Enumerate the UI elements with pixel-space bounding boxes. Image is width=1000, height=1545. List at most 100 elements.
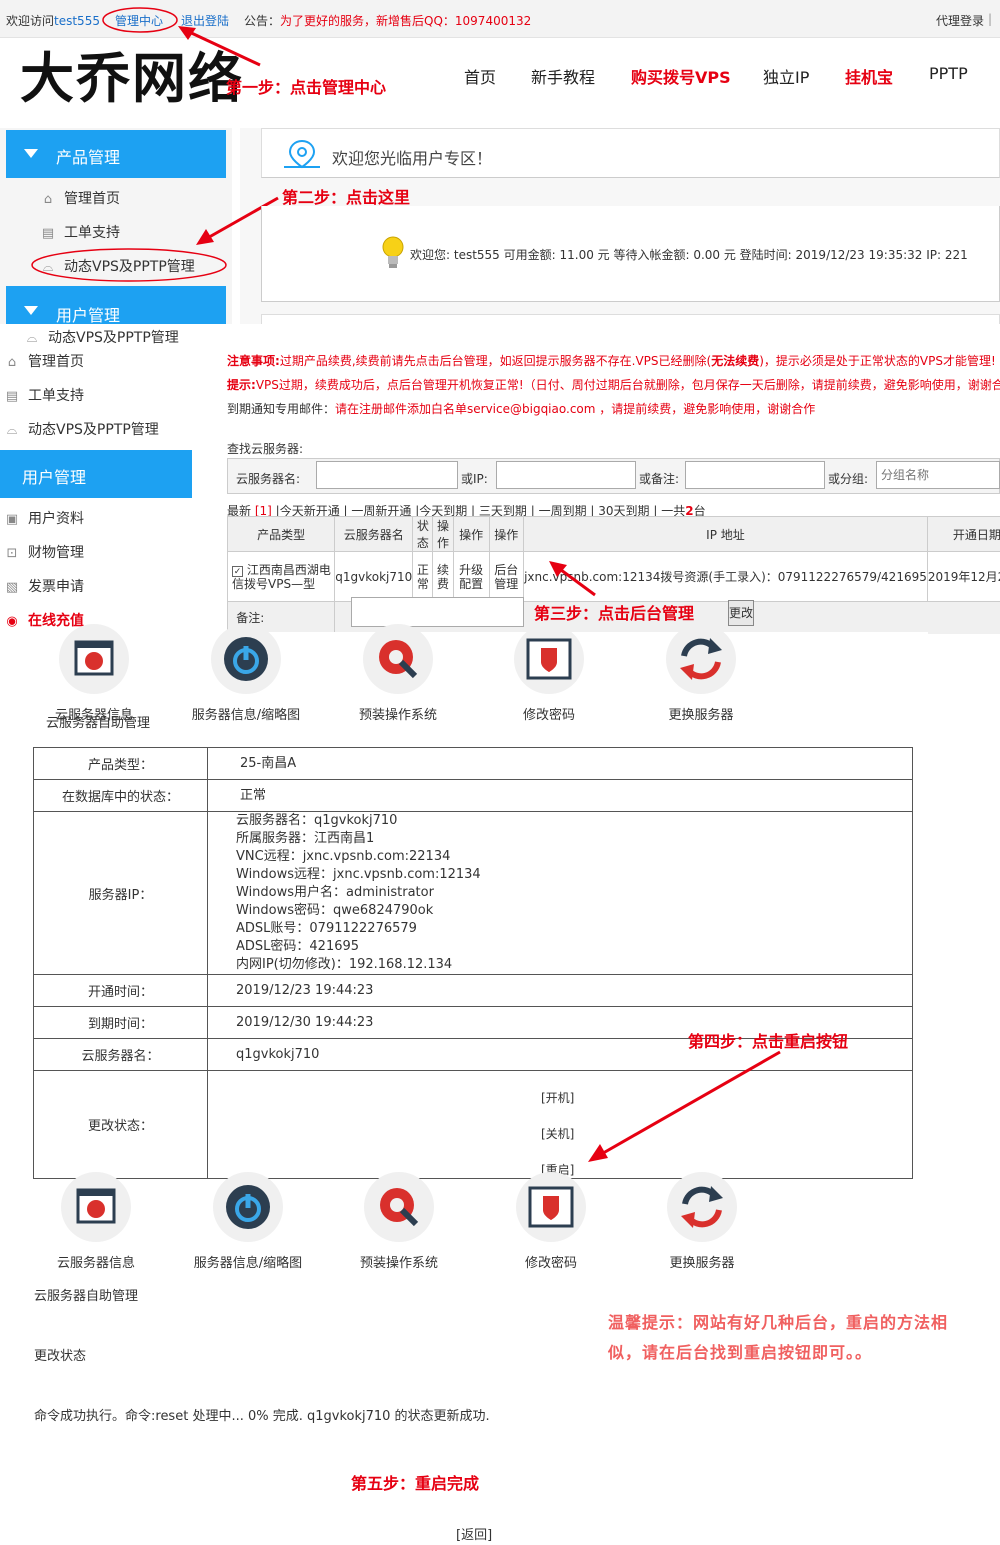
sidebar2-item-ticket[interactable]: ▤ 工单支持 xyxy=(4,385,84,405)
col-status: 状态 xyxy=(412,516,434,552)
row-status: 正常 xyxy=(412,551,434,602)
remark-input-row[interactable] xyxy=(351,597,524,627)
highlight-ellipse xyxy=(102,7,178,33)
account-info-text: 欢迎您: test555 可用金额: 11.00 元 等待入帐金额: 0.00 … xyxy=(410,248,968,262)
tile2-change-password[interactable]: 修改密码 xyxy=(491,1172,611,1271)
upgrade-link[interactable]: 升级配置 xyxy=(452,551,490,602)
user-icon: ▣ xyxy=(5,512,19,527)
result-change-status: 更改状态 xyxy=(34,1349,87,1364)
tile2-server-info[interactable]: 云服务器信息 xyxy=(36,1172,156,1271)
power-icon xyxy=(224,637,268,681)
renew-link[interactable]: 续费 xyxy=(432,551,454,602)
agent-login-link[interactable]: 代理登录 xyxy=(936,12,984,29)
swap-arrows-icon xyxy=(681,1186,723,1228)
step3-annotation: 第三步：点击后台管理 xyxy=(534,604,695,623)
recharge-icon: ◉ xyxy=(6,614,18,629)
tile2-os-install[interactable]: 预装操作系统 xyxy=(339,1172,459,1271)
sidebar2-top-item[interactable]: ⌓ 动态VPS及PPTP管理 xyxy=(24,327,179,347)
col-op1: 操作 xyxy=(432,516,454,552)
document-icon: ▤ xyxy=(5,389,19,404)
tile2-switch-server[interactable]: 更换服务器 xyxy=(642,1172,762,1271)
nav-dedicated-ip[interactable]: 独立IP xyxy=(763,64,809,88)
row-date: 2019年12月23 xyxy=(926,551,1000,602)
sidebar2-item-home[interactable]: ⌂ 管理首页 xyxy=(4,351,84,371)
update-button[interactable]: 更改 xyxy=(728,600,754,626)
lightbulb-icon xyxy=(382,236,404,268)
nav-tutorial[interactable]: 新手教程 xyxy=(531,64,595,88)
tile-switch-server[interactable]: 更换服务器 xyxy=(641,624,761,723)
tile2-thumbnail[interactable]: 服务器信息/缩略图 xyxy=(188,1172,308,1271)
gear-wrench-icon xyxy=(380,1188,419,1227)
location-pin-icon xyxy=(284,139,320,169)
group-input[interactable] xyxy=(876,461,1000,489)
power-icon xyxy=(226,1185,270,1229)
document-icon: ▤ xyxy=(41,226,55,241)
backend-manage-link[interactable]: 后台管理 xyxy=(488,551,525,602)
row-product: 江西南昌西湖电信拨号VPS—型 xyxy=(232,562,331,591)
nav-guaji[interactable]: 挂机宝 xyxy=(845,64,893,88)
arrow-step3 xyxy=(549,561,596,597)
search-title: 查找云服务器: xyxy=(227,442,304,456)
welcome-text: 欢迎访问test555 xyxy=(6,14,100,28)
sidebar-product-mgmt-header[interactable]: 产品管理 xyxy=(6,130,226,178)
browser-globe-icon xyxy=(74,640,114,676)
label-product-type: 产品类型： xyxy=(33,747,208,780)
label-server-ip: 服务器IP： xyxy=(33,811,208,975)
label-open-time: 开通时间： xyxy=(33,974,208,1007)
username-link[interactable]: test555 xyxy=(54,14,100,28)
col-date: 开通日期 xyxy=(926,516,1000,552)
tile-thumbnail[interactable]: 服务器信息/缩略图 xyxy=(186,624,306,723)
row-name: q1gvkokj710 xyxy=(334,551,414,602)
notice: 公告：为了更好的服务，新增售后QQ：1097400132 xyxy=(244,14,532,28)
notice-line-2: 提示:VPS过期，续费成功后，点后台管理开机恢复正常!（日付、周付过期后台就删除… xyxy=(227,378,1000,392)
tile-server-info[interactable]: 云服务器信息 xyxy=(34,624,154,723)
tile-change-password[interactable]: 修改密码 xyxy=(489,624,609,723)
label-expire-time: 到期时间： xyxy=(33,1006,208,1039)
nav-pptp[interactable]: PPTP xyxy=(929,64,968,83)
table-row: ✓ 江西南昌西湖电信拨号VPS—型 q1gvkokj710 正常 续费 升级配置… xyxy=(226,551,1000,602)
divider: | xyxy=(988,12,993,26)
col-op2: 操作 xyxy=(452,516,490,552)
server-name-input[interactable] xyxy=(316,461,458,489)
row-checkbox[interactable]: ✓ xyxy=(232,565,243,577)
notice-line-1: 注意事项:过期产品续费,续费前请先点击后台管理，如返回提示服务器不存在.VPS已… xyxy=(227,354,996,368)
value-db-status: 正常 xyxy=(207,779,913,812)
label-db-status: 在数据库中的状态： xyxy=(33,779,208,812)
col-ip: IP 地址 xyxy=(523,516,928,552)
value-product-type: 25-南昌A xyxy=(207,747,913,780)
sidebar2-item-invoice[interactable]: ▧ 发票申请 xyxy=(4,576,84,596)
sidebar-item-ticket[interactable]: ▤ 工单支持 xyxy=(40,222,120,242)
power-on-link[interactable]: [开机] xyxy=(541,1089,574,1106)
power-off-link[interactable]: [关机] xyxy=(541,1125,574,1142)
panel-edge xyxy=(261,314,1000,324)
sidebar2-item-vps[interactable]: ⌓ 动态VPS及PPTP管理 xyxy=(4,419,159,439)
col-name: 云服务器名 xyxy=(334,516,414,552)
value-open-time: 2019/12/23 19:44:23 xyxy=(207,974,913,1007)
nav-buy-vps[interactable]: 购买拨号VPS xyxy=(631,64,731,88)
remark-input[interactable] xyxy=(685,461,825,489)
search-bar: 云服务器名: 或IP: 或备注: 或分组: xyxy=(227,458,1000,494)
home-icon: ⌂ xyxy=(7,355,17,370)
self-mgmt-label: 云服务器自助管理 xyxy=(46,716,151,731)
sidebar2-item-profile[interactable]: ▣ 用户资料 xyxy=(4,508,84,528)
tile-os-install[interactable]: 预装操作系统 xyxy=(338,624,458,723)
step2-annotation: 第二步：点击这里 xyxy=(282,188,411,207)
sidebar-item-home[interactable]: ⌂ 管理首页 xyxy=(40,188,120,208)
arrow-step4 xyxy=(588,1050,781,1162)
back-link[interactable]: [返回] xyxy=(456,1524,492,1543)
welcome-title-bar: 欢迎您光临用户专区！ xyxy=(261,128,1000,178)
account-info-box: 欢迎您: test555 可用金额: 11.00 元 等待入帐金额: 0.00 … xyxy=(261,206,1000,302)
col-op3: 操作 xyxy=(488,516,525,552)
sidebar2-user-mgmt-header[interactable]: 用户管理 xyxy=(0,450,192,498)
step5-annotation: 第五步：重启完成 xyxy=(351,1474,480,1493)
value-server-ip: 云服务器名：q1gvkokj710 所属服务器：江西南昌1 VNC远程：jxnc… xyxy=(207,811,913,975)
result-message: 命令成功执行。命令:reset 处理中... 0% 完成. q1gvkokj71… xyxy=(34,1409,490,1424)
label-change-status: 更改状态： xyxy=(33,1070,208,1179)
sidebar2-item-finance[interactable]: ⊡ 财物管理 xyxy=(4,542,84,562)
label-server-name: 云服务器名： xyxy=(33,1038,208,1071)
notice-line-3: 到期通知专用邮件：请在注册邮件添加白名单service@bigqiao.com … xyxy=(227,402,816,416)
shield-icon xyxy=(528,1186,574,1228)
ip-input[interactable] xyxy=(496,461,636,489)
nav-home[interactable]: 首页 xyxy=(464,64,496,88)
sidebar-user-mgmt-header[interactable]: 用户管理 xyxy=(6,286,226,325)
